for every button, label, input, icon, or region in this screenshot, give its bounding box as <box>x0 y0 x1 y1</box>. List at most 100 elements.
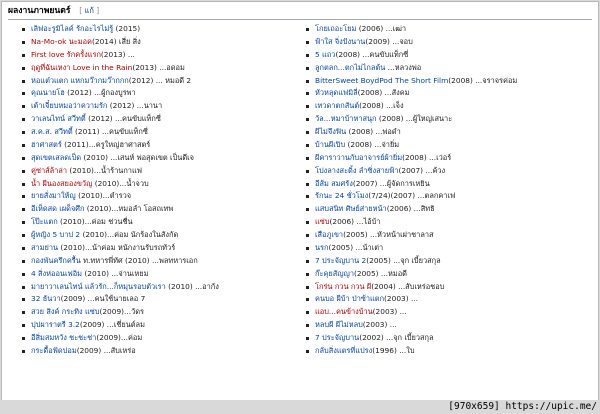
film-details: (2008) ...เจ็ง <box>359 101 404 111</box>
film-title-link[interactable]: First love รักครั้งแรก <box>31 50 101 59</box>
film-list-item: สามย่าน (2010)...น้าค่อม หนักงานรับรถทัว… <box>21 242 296 255</box>
film-title-link[interactable]: วัล...หมาบ้าหาสนุก <box>315 114 377 123</box>
film-title-link[interactable]: เทวดาตกสันต์ <box>315 101 359 110</box>
film-title-link[interactable]: สวย สิงค์ กระทิง แซ่บ <box>31 307 99 316</box>
film-title-link[interactable]: โป๊ะแตก <box>31 217 58 226</box>
film-title-link[interactable]: กลับสิ่งแตรที่แปรง <box>315 346 372 355</box>
film-list-item: ผีไม่จึงฟิน (2008) ...พ่อดำ <box>305 126 595 139</box>
right-film-list: โกยเถอะโยม (2006) ...เฒ่าฟ้าใส จิ่งปังนา… <box>305 23 595 358</box>
film-list-item: โป๊ะแตก (2010)...ค่อม ช่วนชื่น <box>21 216 296 229</box>
film-title-link[interactable]: แสบสนิท ศิษย์ส่ายหน้า <box>315 204 387 213</box>
film-title-link[interactable]: ก๊ะคุยสัญญา <box>315 269 354 278</box>
section-title: ผลงานภาพยนตร์ <box>8 6 71 16</box>
film-title-link[interactable]: BitterSweet BoydPod The Short Film <box>315 76 448 85</box>
film-details: (7/24)(2007) ...ตลกคาเฟ <box>368 191 456 201</box>
film-list-item: ปุปผาราตรี 3.2(2009) ...เชี่ยนต์ลม <box>21 319 296 332</box>
film-title-link[interactable]: คนบอ ผีบ้า ป่าซ้าแตก <box>315 294 384 303</box>
left-column: เลิฟอะรูมิไลค์ รักอะไรไม่รู้ (2015) Na-Mo… <box>21 23 296 358</box>
film-list-item: โกร่น กวน กวน ผี(2004) ...สับเหร่อชอบ <box>305 281 595 294</box>
film-title-link[interactable]: แซ่บ <box>315 217 329 226</box>
film-title-link[interactable]: ผีคาราวานกับอาจารย์ผ้ายิ่ม <box>315 153 402 162</box>
film-title-link[interactable]: ปุปผาราตรี 3.2 <box>31 320 80 329</box>
film-list-item: คุณนายโฮ (2012) ...ผู้กองบูรพา <box>21 87 296 100</box>
film-details: (2005) ...น้าเต่า <box>328 242 384 252</box>
film-list-item: ก๊ะคุยสัญญา(2005) ...หมอดี <box>305 268 595 281</box>
film-title-link[interactable]: เลิฟอะรูมิไลค์ รักอะไรไม่รู้ <box>31 24 113 33</box>
film-title-link[interactable]: กองพันครึกครื้น <box>31 256 81 265</box>
film-list-item: ผู้หญิง 5 บาป 2 (2010)...ค่อม นักร้องในส… <box>21 229 296 242</box>
film-title-link[interactable]: หอแต๋วแตก แหกมว๊ากมว๊ากกก <box>31 76 129 85</box>
film-title-link[interactable]: มายาวาเลนไทน์ แล้วรัก...ก็หมุนรอบตัวเรา <box>31 282 166 291</box>
film-title-link[interactable]: วาเลนไทน์ สวีทตี้ <box>31 114 86 123</box>
film-title-link[interactable]: กระดื้อฟัดปอม <box>31 346 77 355</box>
film-title-link[interactable]: คู่ซ่าส์ล้าล่า <box>31 166 67 175</box>
film-list-item: Na-Mo-ok นะมอค(2014) เสี่ย สิ่ง <box>21 36 296 49</box>
film-list-item: คู่ซ่าส์ล้าล่า (2010)...น้ำร้านกาแฟ <box>21 165 296 178</box>
film-title-link[interactable]: ฟ้าใส จิ่งปังนาน <box>315 37 365 46</box>
watermark-text: [970x659] https://upic.me/ <box>448 401 597 412</box>
film-title-link[interactable]: สามย่าน <box>31 243 58 252</box>
film-title-link[interactable]: ผีไม่จึงฟิน <box>315 127 346 136</box>
film-title-link[interactable]: ฤดูที่ฉันเหงา Love in the Rain <box>31 63 132 72</box>
film-list-item: ลูกตลก...ตกไม่ไกลต้น ...หลวงพ่อ <box>305 62 595 75</box>
film-title-link[interactable]: โกร่น กวน กวน ผี <box>315 282 371 291</box>
film-details: (2007) ...ผู้จัดการเหยิน <box>352 178 430 188</box>
film-details: (2005) ...หมอดี <box>353 268 407 278</box>
edit-section: [ แก้ ] <box>79 6 100 15</box>
film-title-link[interactable]: 7 ประจัญบาน 2 <box>315 256 366 265</box>
film-title-link[interactable]: หลบผี ผีไม่หลบ <box>315 320 363 329</box>
film-title-link[interactable]: หัวหลุดแฟมิลี่ <box>315 88 358 97</box>
film-list-item: เต้าเจี๋ยบหมอว่าความรัก (2012) ...นานา <box>21 100 296 113</box>
film-title-link[interactable]: ลูกตลก...ตกไม่ไกลต้น <box>315 63 385 72</box>
film-details: (2003) ... <box>372 307 407 317</box>
film-title-link[interactable]: บ้านผีเปิบ <box>315 140 345 149</box>
film-list-item: 4 สิ่งห่ออนเฟอิม (2010) ...จ่านเหยม <box>21 268 296 281</box>
film-title-link[interactable]: โปงลางสะดิ้ง ลำซิ่งสายฟ้า <box>315 166 398 175</box>
film-list-item: ฤดูที่ฉันเหงา Love in the Rain(2013) ...… <box>21 62 296 75</box>
film-list-item: 7 ประจัญบาน(2002) ...จุก เบี้ยวสกุล <box>305 332 595 345</box>
film-list-item: ฟ้าใส จิ่งปังนาน(2009) ...จอบ <box>305 36 595 49</box>
film-details: (2008) ...เว่อร์ <box>402 152 452 162</box>
film-details: (2009) ...สับเหร่อ <box>76 345 136 355</box>
section-header: ผลงานภาพยนตร์ [ แก้ ] <box>8 2 592 20</box>
film-list-item: วาเลนไทน์ สวีทตี้ (2012) ...คนขับแท็กซี่ <box>21 113 296 126</box>
film-details: (2008) ...พ่อดำ <box>346 127 401 136</box>
film-details: (2008) ...ผู้ใหญ่เสนาะ <box>376 114 453 124</box>
film-title-link[interactable]: 4 สิ่งห่ออนเฟอิม <box>31 269 82 278</box>
film-title-link[interactable]: เต้าเจี๋ยบหมอว่าความรัก <box>31 101 107 110</box>
film-title-link[interactable]: 7 ประจัญบาน <box>315 333 359 342</box>
film-details: (2005) ...หัวหน้าเผ่าชาลาส <box>343 230 434 239</box>
film-details: (2009) ...คนใช้นายเลอ 7 <box>60 294 146 304</box>
film-title-link[interactable]: แอบ...คนข้างบ้าน <box>315 307 373 316</box>
film-list-item: กลับสิ่งแตรที่แปรง(1996) ...ใบ <box>305 345 595 358</box>
film-title-link[interactable]: อีสิ่มสมหวัง ชะชะช่า <box>31 333 96 342</box>
film-title-link[interactable]: น้ำ ผีนองสยองขวัญ <box>31 179 92 188</box>
film-title-link[interactable]: โกยเถอะโยม <box>315 24 356 33</box>
film-details: (2010) ...อากัง <box>165 281 219 291</box>
film-title-link[interactable]: ผู้หญิง 5 บาป 2 <box>31 230 80 239</box>
film-title-link[interactable]: ส.ค.ส. สวีทตี้ <box>31 127 73 136</box>
film-details: (2008) ...จ่ายิ่ม <box>345 139 400 149</box>
film-title-link[interactable]: ฮาศาสตร์ <box>31 140 62 149</box>
film-title-link[interactable]: รักนะ 24 ชั่วโมง <box>315 191 368 200</box>
film-title-link[interactable]: อีเห็ดสด เผด็จศึก <box>31 204 84 213</box>
film-list-item: สุดเขตเสลดเป็ด (2010) ...เสนห์ พ่อสุดเขต… <box>21 152 296 165</box>
edit-link[interactable]: แก้ <box>85 6 94 15</box>
film-list-item: หลบผี ผีไม่หลบ(2003) ... <box>305 319 595 332</box>
film-title-link[interactable]: Na-Mo-ok นะมอค <box>31 37 92 46</box>
film-details: (2010) ...จ่านเหยม <box>82 268 149 278</box>
film-details: (2010)...น้าค่อม หนักงานรับรถทัวร์ <box>58 242 176 252</box>
film-details: (2006) ...เฒ่า <box>356 24 407 33</box>
film-title-link[interactable]: ยายสั่งมาให้ญู <box>31 191 76 200</box>
film-title-link[interactable]: นรก <box>315 243 329 252</box>
image-footer: [970x659] https://upic.me/ <box>0 400 600 414</box>
film-title-link[interactable]: 5 แถว <box>315 50 335 59</box>
film-title-link[interactable]: อีส้ม สมศรัง <box>315 179 353 188</box>
film-list-item: หอแต๋วแตก แหกมว๊ากมว๊ากกก(2012) ... หมอด… <box>21 75 296 88</box>
film-title-link[interactable]: เสือภูเขา <box>315 230 343 239</box>
film-details: (2015) <box>113 24 141 33</box>
film-title-link[interactable]: สุดเขตเสลดเป็ด <box>31 153 81 162</box>
film-title-link[interactable]: คุณนายโฮ <box>31 88 65 97</box>
film-details: (2010)...ค่อม ช่วนชื่น <box>57 217 133 227</box>
film-title-link[interactable]: 32 ธันวา <box>31 294 61 303</box>
